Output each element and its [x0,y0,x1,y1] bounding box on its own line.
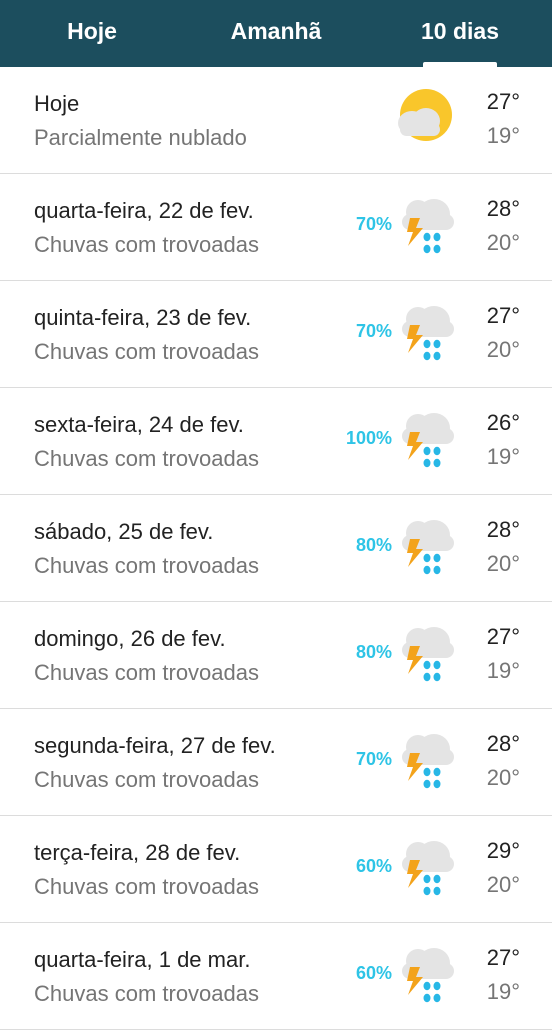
precip-chance: 60% [355,963,392,983]
forecast-condition: Parcialmente nublado [34,125,247,150]
forecast-day: quarta-feira, 1 de mar. [34,947,251,972]
forecast-low: 20° [486,551,520,576]
tab-today[interactable]: Hoje [0,0,184,67]
precip-chance: 100% [345,428,392,448]
forecast-row[interactable]: quinta-feira, 23 de fev. Chuvas com trov… [0,281,552,388]
forecast-low: 20° [486,765,520,790]
forecast-high: 26° [486,410,520,435]
thunderstorm-icon [396,299,458,369]
forecast-list: Hoje Parcialmente nublado 27° 19° quarta… [0,67,552,1030]
tab-bar: Hoje Amanhã 10 dias [0,0,552,67]
forecast-day: domingo, 26 de fev. [34,626,226,651]
forecast-condition: Chuvas com trovoadas [34,339,259,364]
forecast-condition: Chuvas com trovoadas [34,446,259,471]
forecast-low: 19° [486,444,520,469]
forecast-low: 19° [486,123,520,148]
forecast-high: 29° [486,838,520,863]
forecast-condition: Chuvas com trovoadas [34,660,259,685]
forecast-condition: Chuvas com trovoadas [34,553,259,578]
forecast-condition: Chuvas com trovoadas [34,981,259,1006]
thunderstorm-icon [396,513,458,583]
forecast-day: Hoje [34,91,80,116]
forecast-day: quarta-feira, 22 de fev. [34,198,254,223]
partly-cloudy-icon [392,87,454,157]
thunderstorm-icon [396,941,458,1011]
forecast-high: 28° [486,196,520,221]
thunderstorm-icon [396,727,458,797]
forecast-low: 20° [486,872,520,897]
forecast-low: 20° [486,230,520,255]
forecast-row[interactable]: domingo, 26 de fev. Chuvas com trovoadas… [0,602,552,709]
forecast-row[interactable]: Hoje Parcialmente nublado 27° 19° [0,67,552,174]
forecast-day: segunda-feira, 27 de fev. [34,733,276,758]
forecast-high: 27° [486,303,520,328]
precip-chance: 70% [355,214,392,234]
precip-chance: 70% [355,321,392,341]
forecast-row[interactable]: quarta-feira, 22 de fev. Chuvas com trov… [0,174,552,281]
thunderstorm-icon [396,834,458,904]
thunderstorm-icon [396,620,458,690]
forecast-high: 27° [486,89,520,114]
forecast-row[interactable]: sábado, 25 de fev. Chuvas com trovoadas … [0,495,552,602]
precip-chance: 80% [355,535,392,555]
forecast-low: 19° [486,658,520,683]
forecast-day: sexta-feira, 24 de fev. [34,412,244,437]
precip-chance: 60% [355,856,392,876]
forecast-row[interactable]: quarta-feira, 1 de mar. Chuvas com trovo… [0,923,552,1030]
forecast-low: 19° [486,979,520,1004]
forecast-condition: Chuvas com trovoadas [34,767,259,792]
forecast-condition: Chuvas com trovoadas [34,232,259,257]
precip-chance: 70% [355,749,392,769]
thunderstorm-icon [396,406,458,476]
tab-tomorrow[interactable]: Amanhã [184,0,368,67]
forecast-high: 27° [486,624,520,649]
forecast-row[interactable]: terça-feira, 28 de fev. Chuvas com trovo… [0,816,552,923]
forecast-high: 28° [486,517,520,542]
forecast-row[interactable]: sexta-feira, 24 de fev. Chuvas com trovo… [0,388,552,495]
thunderstorm-icon [396,192,458,262]
forecast-day: terça-feira, 28 de fev. [34,840,241,865]
forecast-low: 20° [486,337,520,362]
precip-chance: 80% [355,642,392,662]
forecast-row[interactable]: segunda-feira, 27 de fev. Chuvas com tro… [0,709,552,816]
forecast-day: quinta-feira, 23 de fev. [34,305,252,330]
forecast-condition: Chuvas com trovoadas [34,874,259,899]
forecast-high: 28° [486,731,520,756]
forecast-high: 27° [486,945,520,970]
tab-10-days[interactable]: 10 dias [368,0,552,67]
forecast-day: sábado, 25 de fev. [34,519,214,544]
